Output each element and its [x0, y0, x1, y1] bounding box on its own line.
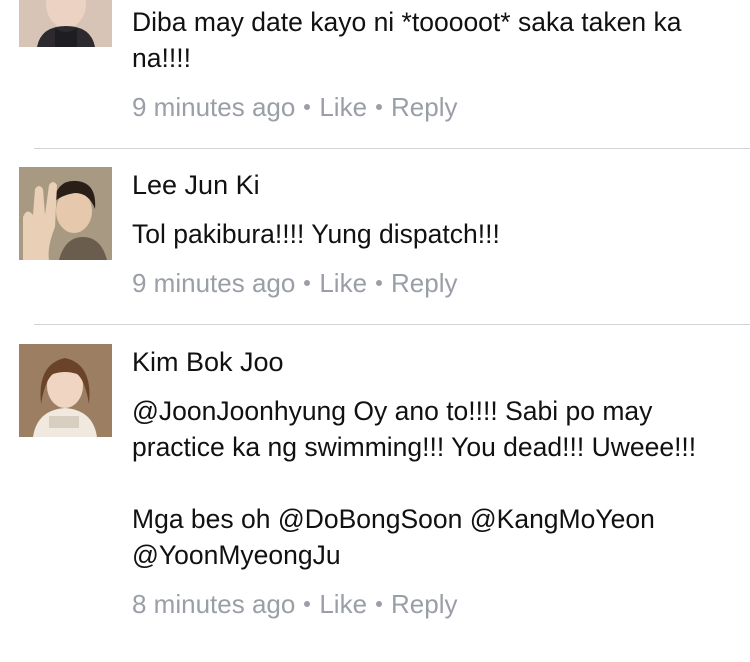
avatar-image-icon: [19, 344, 112, 437]
separator-dot-icon: [376, 280, 383, 287]
comment-meta: 8 minutes ago Like Reply: [132, 587, 732, 621]
comment-text: @JoonJoonhyung Oy ano to!!!! Sabi po may…: [132, 396, 697, 570]
commenter-name[interactable]: Lee Jun Ki: [132, 168, 732, 202]
timestamp: 8 minutes ago: [132, 589, 296, 619]
avatar[interactable]: [19, 0, 112, 47]
separator-dot-icon: [376, 601, 383, 608]
commenter-name[interactable]: Kim Bok Joo: [132, 345, 732, 379]
like-button[interactable]: Like: [319, 589, 367, 619]
avatar[interactable]: [19, 344, 112, 437]
comment-meta: 9 minutes ago Like Reply: [132, 90, 732, 124]
avatar[interactable]: [19, 167, 112, 260]
divider: [34, 324, 750, 325]
reply-button[interactable]: Reply: [391, 268, 457, 298]
divider: [34, 148, 750, 149]
timestamp: 9 minutes ago: [132, 92, 296, 122]
avatar-image-icon: [19, 0, 112, 47]
reply-button[interactable]: Reply: [391, 92, 457, 122]
like-button[interactable]: Like: [319, 92, 367, 122]
avatar-image-icon: [19, 167, 112, 260]
timestamp: 9 minutes ago: [132, 268, 296, 298]
separator-dot-icon: [376, 104, 383, 111]
comment-meta: 9 minutes ago Like Reply: [132, 266, 732, 300]
separator-dot-icon: [304, 104, 311, 111]
like-button[interactable]: Like: [319, 268, 367, 298]
comment-text: Diba may date kayo ni *tooooot* saka tak…: [132, 7, 682, 73]
separator-dot-icon: [304, 601, 311, 608]
comment-text: Tol pakibura!!!! Yung dispatch!!!: [132, 219, 500, 249]
reply-button[interactable]: Reply: [391, 589, 457, 619]
separator-dot-icon: [304, 280, 311, 287]
